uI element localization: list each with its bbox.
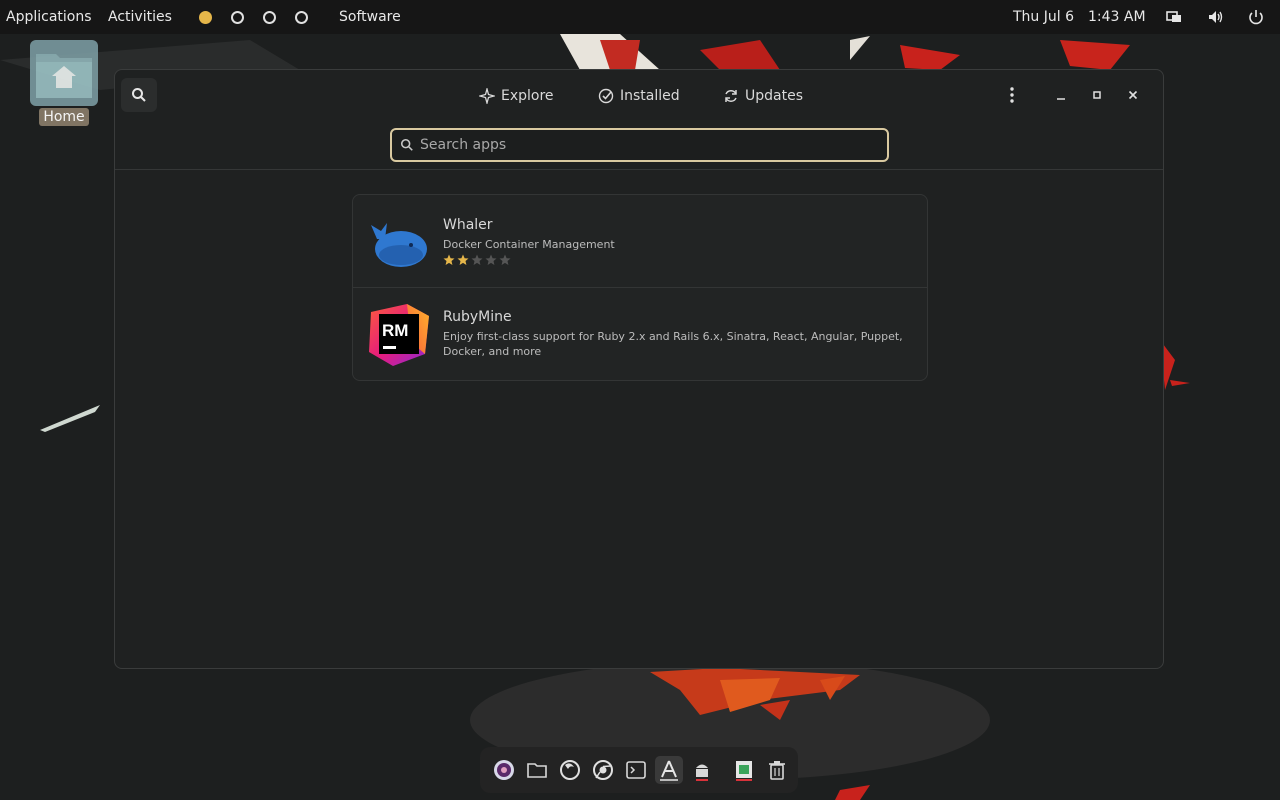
- power-icon[interactable]: [1247, 8, 1265, 26]
- applications-menu[interactable]: Applications: [6, 0, 92, 34]
- whale-icon: [371, 223, 427, 267]
- tab-installed[interactable]: Installed: [598, 82, 680, 110]
- main-menu-button[interactable]: [1001, 84, 1023, 106]
- app-description: Enjoy first-class support for Ruby 2.x a…: [443, 330, 903, 358]
- search-icon: [400, 138, 413, 151]
- rating-stars: [443, 254, 511, 266]
- firefox-icon[interactable]: [559, 759, 581, 781]
- rubymine-logo-text: RM: [382, 321, 408, 340]
- focused-app-title[interactable]: Software: [339, 0, 401, 34]
- search-results-list: Whaler Docker Container Management RM Ru…: [352, 194, 928, 381]
- workspace-1-indicator[interactable]: [199, 11, 212, 24]
- folder-icon: [30, 40, 98, 106]
- terminal-icon[interactable]: [625, 759, 647, 781]
- app-result-rubymine[interactable]: RM RubyMine Enjoy first-class support fo…: [353, 288, 927, 381]
- rubymine-icon: RM: [369, 304, 429, 366]
- tab-updates-label: Updates: [745, 88, 803, 104]
- kebab-menu-icon: [1010, 87, 1014, 103]
- window-header: Explore Installed Updates: [115, 70, 1163, 170]
- settings-app-icon[interactable]: [493, 759, 515, 781]
- tab-updates[interactable]: Updates: [723, 82, 803, 110]
- chrome-icon[interactable]: [592, 759, 614, 781]
- compass-icon: [479, 88, 495, 104]
- clock-label[interactable]: 1:43 AM: [1088, 0, 1146, 34]
- workspace-4-indicator[interactable]: [295, 11, 308, 24]
- software-icon[interactable]: [655, 756, 683, 784]
- desktop-home-icon[interactable]: Home: [30, 40, 98, 126]
- search-icon: [132, 88, 146, 102]
- app-description: Docker Container Management: [443, 238, 615, 251]
- app-result-whaler[interactable]: Whaler Docker Container Management: [353, 195, 927, 288]
- minimize-icon: [1057, 98, 1065, 100]
- tab-explore[interactable]: Explore: [479, 82, 554, 110]
- star-empty-icon: [485, 254, 497, 265]
- search-toggle-button[interactable]: [121, 78, 157, 112]
- android-icon[interactable]: [691, 759, 713, 781]
- check-circle-icon: [598, 88, 614, 104]
- network-icon[interactable]: [1165, 8, 1183, 26]
- minimize-button[interactable]: [1050, 84, 1072, 106]
- home-label: Home: [39, 108, 89, 126]
- activities-button[interactable]: Activities: [108, 0, 172, 34]
- star-empty-icon: [471, 254, 483, 265]
- search-input[interactable]: [420, 137, 860, 153]
- app-name: RubyMine: [443, 309, 512, 325]
- files-icon[interactable]: [526, 759, 548, 781]
- refresh-icon: [725, 90, 737, 102]
- volume-icon[interactable]: [1207, 8, 1225, 26]
- software-window: Explore Installed Updates Search apps Wh…: [114, 69, 1164, 669]
- top-panel: Applications Activities Software Thu Jul…: [0, 0, 1280, 34]
- search-field[interactable]: [390, 128, 889, 162]
- close-icon: [1128, 90, 1138, 100]
- close-button[interactable]: [1122, 84, 1144, 106]
- workspace-2-indicator[interactable]: [231, 11, 244, 24]
- date-label[interactable]: Thu Jul 6: [1013, 0, 1074, 34]
- star-empty-icon: [499, 254, 511, 265]
- spreadsheet-icon[interactable]: [733, 759, 755, 781]
- trash-icon[interactable]: [766, 759, 788, 781]
- maximize-icon: [1093, 91, 1101, 99]
- tab-installed-label: Installed: [620, 88, 680, 104]
- tab-explore-label: Explore: [501, 88, 554, 104]
- workspace-3-indicator[interactable]: [263, 11, 276, 24]
- software-center-icon: [660, 760, 678, 781]
- star-filled-icon: [443, 254, 455, 265]
- dock: [480, 747, 798, 793]
- maximize-button[interactable]: [1086, 84, 1108, 106]
- star-filled-icon: [457, 254, 469, 265]
- app-name: Whaler: [443, 217, 493, 233]
